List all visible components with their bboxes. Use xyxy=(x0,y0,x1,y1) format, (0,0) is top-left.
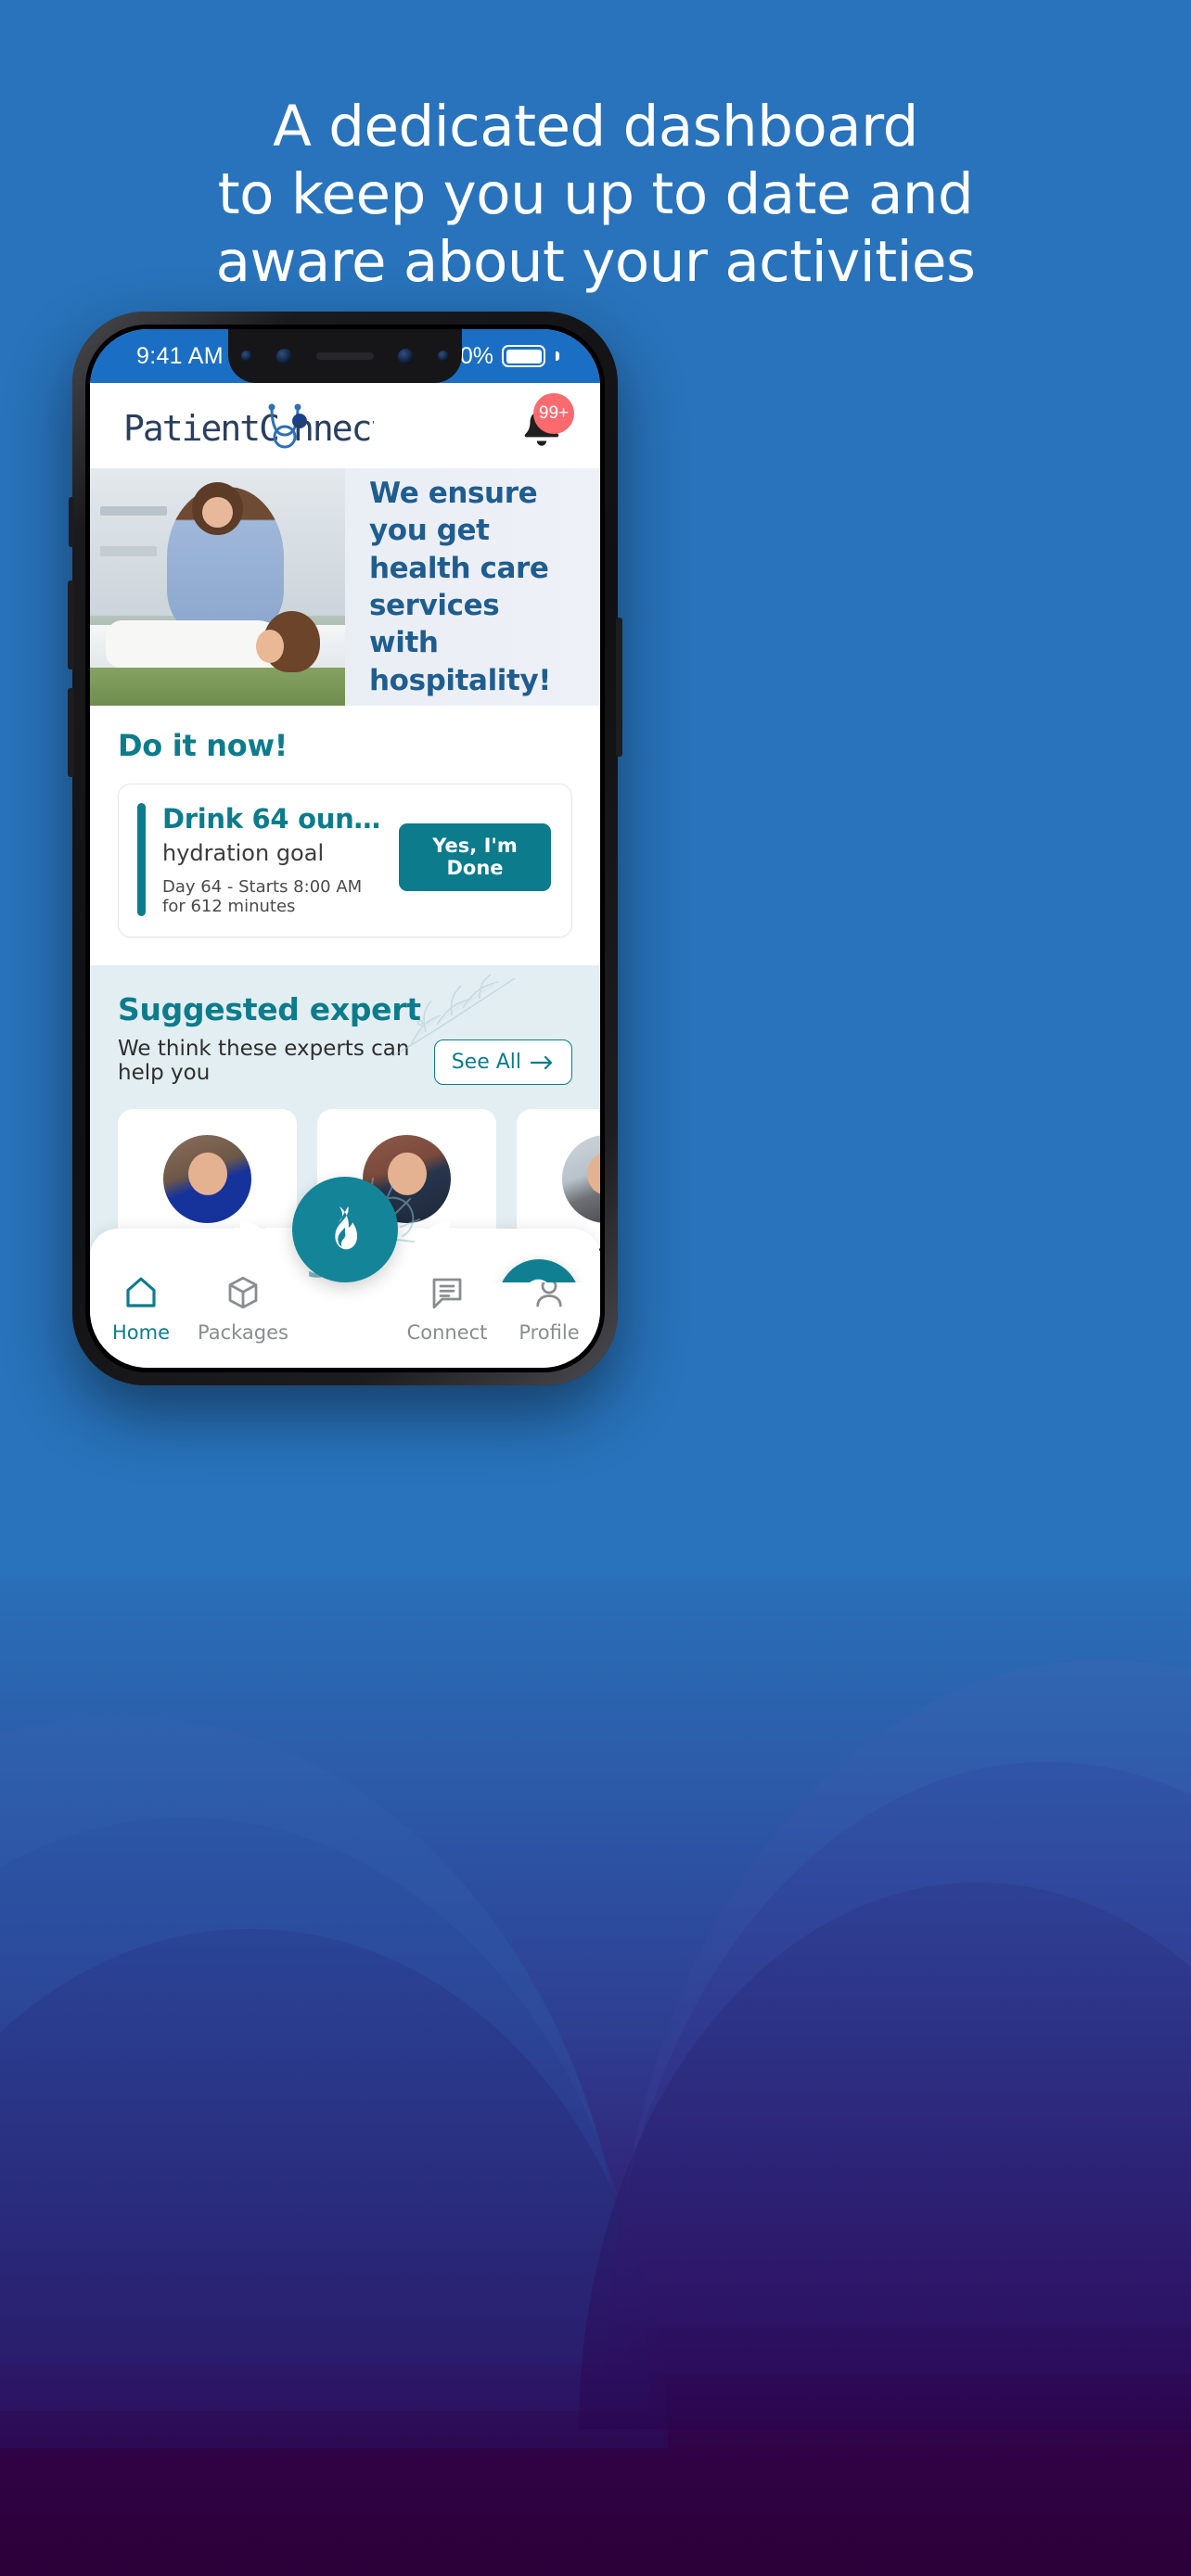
nav-label-profile: Profile xyxy=(519,1321,580,1344)
patientconnect360-logo-icon: PatientC nnect 360 xyxy=(123,403,374,449)
hero-photo xyxy=(90,468,345,706)
notification-count-badge: 99+ xyxy=(533,393,574,434)
notification-bell[interactable]: 99+ xyxy=(515,393,574,454)
nav-item-packages[interactable]: Packages xyxy=(192,1273,294,1344)
hero-text-block: We ensure you get health care services w… xyxy=(345,468,600,706)
earpiece-speaker xyxy=(316,352,374,360)
nav-label-connect: Connect xyxy=(406,1321,488,1344)
app-scroll-area[interactable]: PatientC nnect 360 99+ xyxy=(90,383,600,1282)
flame-icon xyxy=(335,1205,358,1250)
hero-banner: We ensure you get health care services w… xyxy=(90,468,600,706)
do-it-now-title: Do it now! xyxy=(118,728,288,763)
app-logo[interactable]: PatientC nnect 360 xyxy=(123,402,374,450)
task-accent-bar xyxy=(137,803,146,916)
headline-line-1: A dedicated dashboard xyxy=(273,94,918,159)
svg-text:nnect: nnect xyxy=(293,408,374,449)
sensor-icon xyxy=(438,351,449,362)
status-bar: 9:41 AM 100% xyxy=(90,329,600,383)
sensor-icon xyxy=(241,351,252,362)
phone-volume-down-button xyxy=(68,688,74,777)
svg-text:PatientC: PatientC xyxy=(123,408,278,449)
front-camera-icon xyxy=(398,348,414,364)
do-it-now-section: Do it now! Drink 64 ounces/ 8 c... hydra… xyxy=(90,706,600,965)
bottom-navigation: ges Home xyxy=(90,1177,600,1368)
app-screen: 9:41 AM 100% PatientC nnec 99+ We ensure… xyxy=(90,329,600,1368)
phone-volume-up-button xyxy=(68,580,74,670)
phone-screen-bezel: 9:41 AM 100% PatientC nnec 99+ We ensure… xyxy=(85,325,605,1372)
status-bar-time: 9:41 AM xyxy=(136,342,224,369)
nav-item-profile[interactable]: Profile xyxy=(498,1273,600,1344)
headline-line-3: aware about your activities xyxy=(215,229,976,296)
phone-mute-switch xyxy=(69,497,74,547)
task-card[interactable]: Drink 64 ounces/ 8 c... hydration goal D… xyxy=(118,784,572,937)
nav-item-home[interactable]: Home xyxy=(90,1273,192,1344)
nav-label-home: Home xyxy=(111,1321,170,1344)
phone-notch xyxy=(228,329,462,383)
app-header: PatientC nnect 360 99+ xyxy=(90,383,600,468)
task-schedule-meta: Day 64 - Starts 8:00 AM for 612 minutes xyxy=(162,877,363,916)
battery-icon xyxy=(502,345,545,367)
headset-support-icon xyxy=(530,1279,547,1282)
front-camera-icon xyxy=(276,348,292,364)
task-done-button[interactable]: Yes, I'm Done xyxy=(399,823,551,891)
nav-item-connect[interactable]: Connect xyxy=(396,1273,498,1344)
phone-power-button xyxy=(616,618,622,757)
headline-line-2: to keep you up to date and xyxy=(217,161,974,228)
hero-line-1: We ensure you get xyxy=(369,477,538,548)
hero-line-2: health care services xyxy=(369,551,549,622)
message-icon xyxy=(432,1278,462,1309)
battery-cap-icon xyxy=(556,351,559,361)
home-icon xyxy=(126,1277,156,1307)
task-details: Drink 64 ounces/ 8 c... hydration goal D… xyxy=(162,803,386,916)
promo-headline: A dedicated dashboard to keep you up to … xyxy=(0,93,1191,297)
package-icon xyxy=(228,1276,258,1309)
nav-label-packages: Packages xyxy=(198,1321,288,1344)
task-title: Drink 64 ounces/ 8 c... xyxy=(162,803,386,835)
leaf-decoration-icon xyxy=(391,974,516,1057)
hero-line-3: with hospitality! xyxy=(369,626,551,697)
flame-fab-button[interactable] xyxy=(292,1177,398,1282)
phone-mockup: 9:41 AM 100% PatientC nnec 99+ We ensure… xyxy=(68,312,622,1385)
task-subtitle: hydration goal xyxy=(162,840,325,866)
arrow-right-icon xyxy=(531,1055,553,1069)
